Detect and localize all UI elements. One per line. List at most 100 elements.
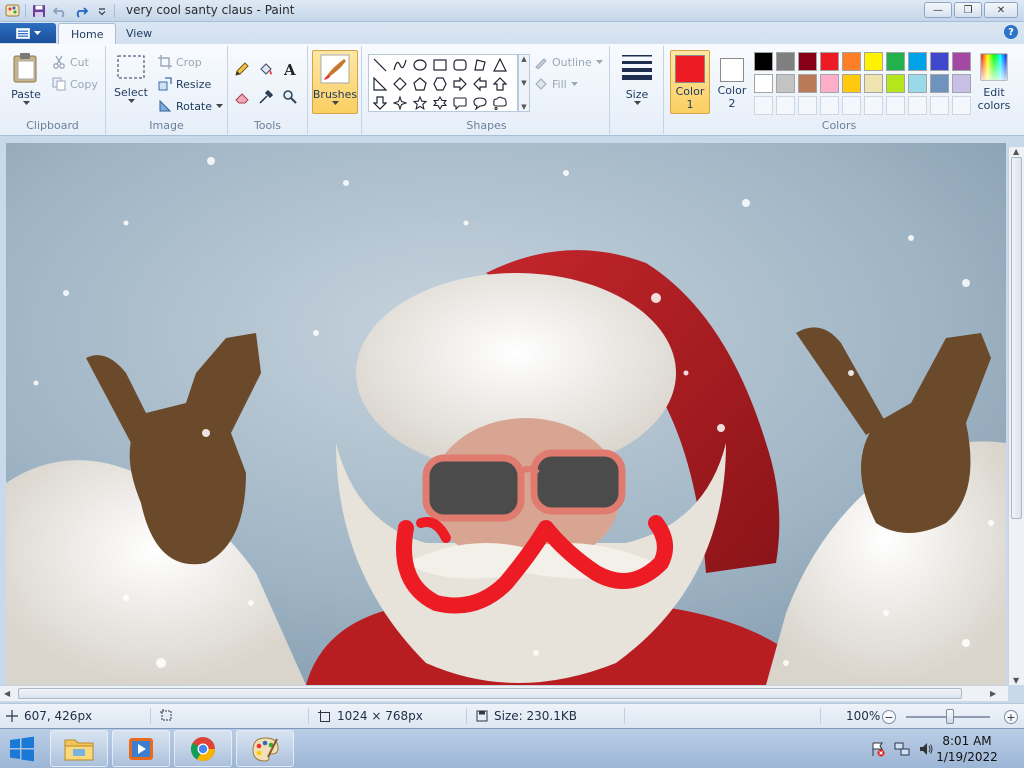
size-button[interactable]: Size [618, 52, 656, 106]
scroll-up-arrow-icon[interactable]: ▲ [1013, 147, 1019, 156]
palette-color-swatch[interactable] [820, 52, 839, 71]
palette-custom-slot[interactable] [864, 96, 883, 115]
palette-color-swatch[interactable] [776, 74, 795, 93]
pentagon-shape[interactable] [411, 75, 429, 93]
hexagon-shape[interactable] [431, 75, 449, 93]
taskbar-file-explorer[interactable] [50, 730, 108, 767]
polygon-shape[interactable] [471, 56, 489, 74]
shapes-scrollbar[interactable]: ▲ ▼ ▼ [518, 54, 530, 112]
rectangle-shape[interactable] [431, 56, 449, 74]
palette-custom-slot[interactable] [886, 96, 905, 115]
line-shape[interactable] [371, 56, 389, 74]
color2-button[interactable]: Color 2 [712, 50, 752, 114]
rotate-button[interactable]: Rotate [158, 97, 224, 115]
palette-color-swatch[interactable] [930, 74, 949, 93]
action-center-flag-icon[interactable] [870, 741, 886, 757]
palette-color-swatch[interactable] [864, 52, 883, 71]
palette-color-swatch[interactable] [842, 74, 861, 93]
maximize-button[interactable]: ❐ [954, 2, 982, 18]
horizontal-scrollbar[interactable]: ◀ ▶ [0, 685, 1008, 701]
palette-custom-slot[interactable] [820, 96, 839, 115]
magnifier-tool[interactable] [279, 86, 301, 108]
palette-color-swatch[interactable] [908, 74, 927, 93]
palette-custom-slot[interactable] [798, 96, 817, 115]
palette-custom-slot[interactable] [776, 96, 795, 115]
palette-custom-slot[interactable] [908, 96, 927, 115]
palette-color-swatch[interactable] [886, 74, 905, 93]
palette-color-swatch[interactable] [776, 52, 795, 71]
zoom-out-button[interactable]: − [882, 710, 896, 724]
palette-color-swatch[interactable] [864, 74, 883, 93]
scroll-up-arrow-icon[interactable]: ▲ [521, 55, 526, 63]
palette-custom-slot[interactable] [754, 96, 773, 115]
curve-shape[interactable] [391, 56, 409, 74]
close-button[interactable]: ✕ [984, 2, 1018, 18]
oval-shape[interactable] [411, 56, 429, 74]
palette-color-swatch[interactable] [798, 52, 817, 71]
cloud-callout-shape[interactable] [491, 94, 509, 112]
crop-button[interactable]: Crop [158, 53, 202, 71]
palette-color-swatch[interactable] [930, 52, 949, 71]
zoom-in-button[interactable]: + [1004, 710, 1018, 724]
horizontal-scroll-thumb[interactable] [18, 688, 962, 699]
palette-color-swatch[interactable] [952, 74, 971, 93]
right-triangle-shape[interactable] [371, 75, 389, 93]
scroll-down-arrow-icon[interactable]: ▼ [521, 79, 526, 87]
minimize-button[interactable]: — [924, 2, 952, 18]
resize-button[interactable]: Resize [158, 75, 211, 93]
tab-home[interactable]: Home [58, 23, 117, 44]
zoom-slider-thumb[interactable] [946, 709, 954, 724]
select-button[interactable]: Select [112, 54, 150, 104]
help-button[interactable]: ? [1004, 25, 1018, 39]
fill-tool[interactable] [255, 58, 277, 80]
diamond-shape[interactable] [391, 75, 409, 93]
taskbar-paint[interactable] [236, 730, 294, 767]
clock[interactable]: 8:01 AM 1/19/2022 [930, 733, 1004, 765]
left-arrow-shape[interactable] [471, 75, 489, 93]
palette-color-swatch[interactable] [754, 74, 773, 93]
fill-button[interactable]: Fill [534, 75, 578, 93]
taskbar-media-player[interactable] [112, 730, 170, 767]
vertical-scrollbar[interactable]: ▲ ▼ [1008, 147, 1024, 685]
scroll-left-arrow-icon[interactable]: ◀ [4, 689, 10, 698]
drawing-canvas[interactable] [6, 143, 1006, 685]
vertical-scroll-thumb[interactable] [1011, 157, 1022, 519]
paste-button[interactable]: Paste [6, 52, 46, 106]
palette-color-swatch[interactable] [754, 52, 773, 71]
santa-photo[interactable] [6, 143, 1006, 685]
outline-button[interactable]: Outline [534, 53, 603, 71]
palette-color-swatch[interactable] [908, 52, 927, 71]
scroll-right-arrow-icon[interactable]: ▶ [990, 689, 996, 698]
eraser-tool[interactable] [231, 86, 253, 108]
five-point-star-shape[interactable] [411, 94, 429, 112]
rounded-rectangle-shape[interactable] [451, 56, 469, 74]
brushes-button[interactable]: Brushes [312, 50, 358, 114]
down-arrow-shape[interactable] [371, 94, 389, 112]
customize-toolbar-chevron-icon[interactable] [93, 2, 110, 19]
six-point-star-shape[interactable] [431, 94, 449, 112]
up-arrow-shape[interactable] [491, 75, 509, 93]
expand-gallery-icon[interactable]: ▼ [521, 103, 526, 111]
palette-color-swatch[interactable] [820, 74, 839, 93]
rounded-callout-shape[interactable] [451, 94, 469, 112]
text-tool[interactable]: A [279, 58, 301, 80]
save-icon[interactable] [30, 2, 47, 19]
palette-color-swatch[interactable] [798, 74, 817, 93]
palette-color-swatch[interactable] [952, 52, 971, 71]
palette-custom-slot[interactable] [842, 96, 861, 115]
palette-color-swatch[interactable] [886, 52, 905, 71]
paint-app-icon[interactable] [4, 2, 21, 19]
four-point-star-shape[interactable] [391, 94, 409, 112]
tab-view[interactable]: View [114, 23, 164, 44]
cut-button[interactable]: Cut [52, 53, 89, 71]
color1-button[interactable]: Color 1 [670, 50, 710, 114]
triangle-shape[interactable] [491, 56, 509, 74]
network-icon[interactable] [894, 741, 910, 757]
pencil-tool[interactable] [231, 58, 253, 80]
right-arrow-shape[interactable] [451, 75, 469, 93]
file-menu-button[interactable] [0, 23, 56, 43]
copy-button[interactable]: Copy [52, 75, 98, 93]
palette-custom-slot[interactable] [952, 96, 971, 115]
scroll-down-arrow-icon[interactable]: ▼ [1013, 676, 1019, 685]
palette-color-swatch[interactable] [842, 52, 861, 71]
